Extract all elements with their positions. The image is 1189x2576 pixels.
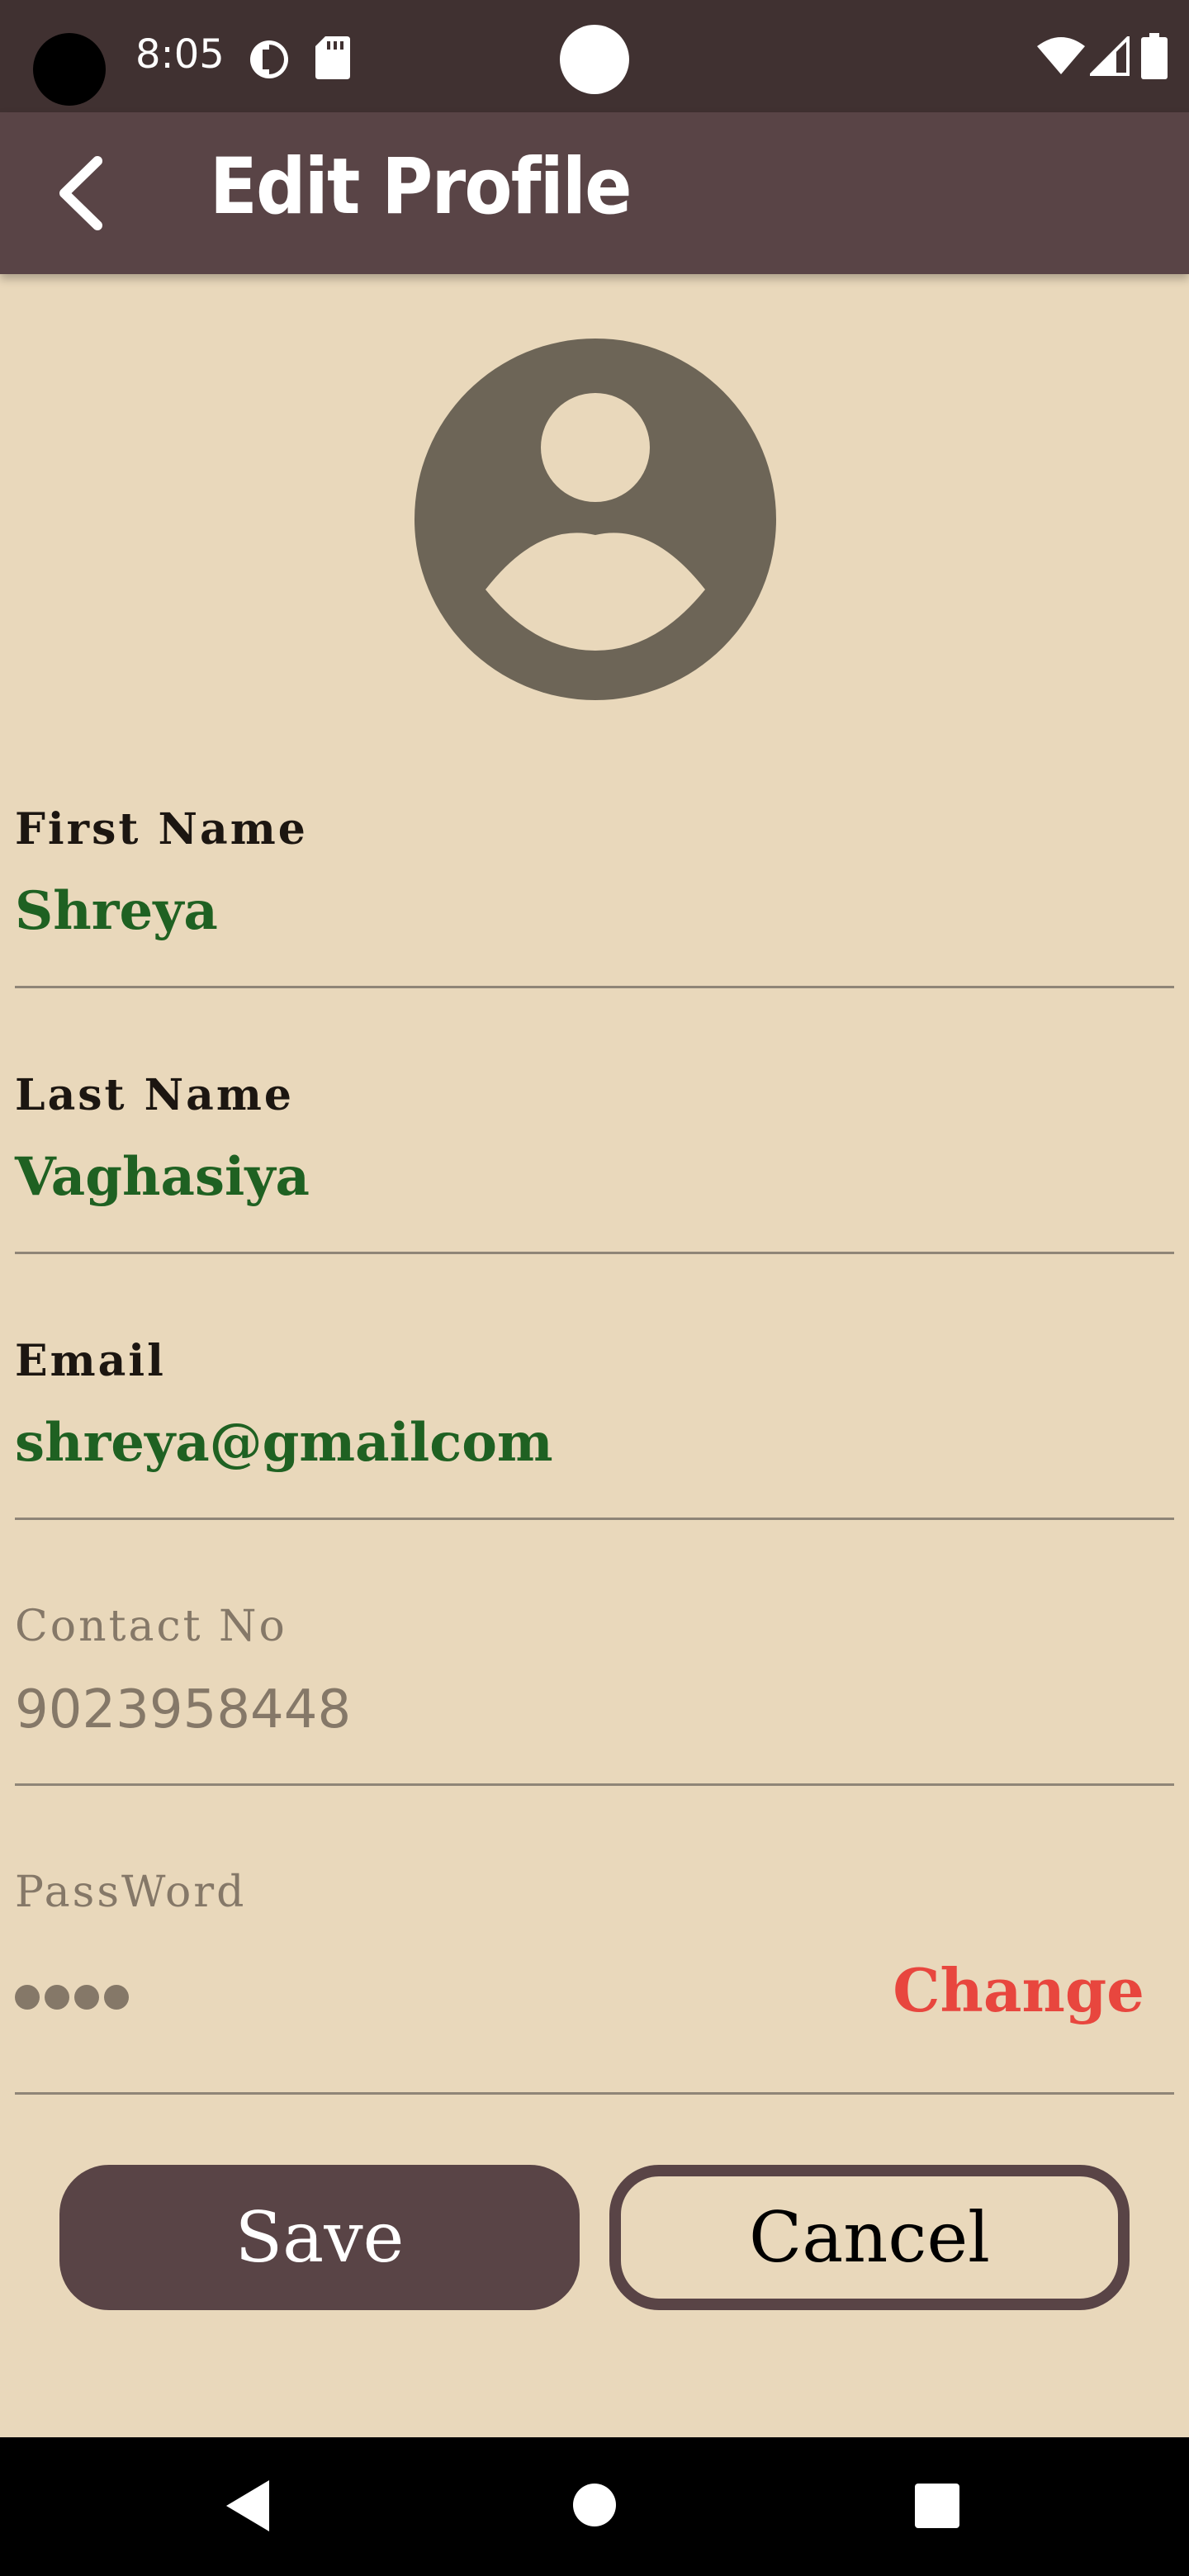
user-avatar-icon[interactable]: [414, 339, 776, 700]
wifi-icon: [1037, 37, 1085, 74]
change-password-link[interactable]: Change: [893, 1955, 1144, 2025]
password-masked-value: [15, 1985, 129, 2010]
back-arrow-icon: [59, 156, 102, 230]
password-label: PassWord: [15, 1868, 247, 1917]
nav-back-icon[interactable]: [223, 2477, 272, 2535]
contact-label: Contact No: [15, 1602, 287, 1651]
last-name-field[interactable]: Last Name Vaghasiya: [15, 1067, 1174, 1258]
contact-field: Contact No 9023958448: [15, 1598, 1174, 1790]
last-name-input[interactable]: Vaghasiya: [15, 1146, 310, 1208]
password-field: PassWord Change: [15, 1864, 1174, 2095]
first-name-input[interactable]: Shreya: [15, 880, 218, 942]
page-title: Edit Profile: [210, 142, 632, 232]
email-field[interactable]: Email shreya@gmailcom: [15, 1333, 1174, 1524]
field-underline: [15, 1252, 1174, 1254]
field-underline: [15, 986, 1174, 988]
battery-icon: [1141, 33, 1168, 79]
last-name-label: Last Name: [15, 1070, 294, 1120]
field-underline: [15, 1783, 1174, 1786]
status-indicator-dot: [560, 25, 629, 94]
email-label: Email: [15, 1336, 166, 1386]
cancel-button[interactable]: Cancel: [609, 2165, 1130, 2310]
field-underline: [15, 2092, 1174, 2095]
cellular-signal-icon: [1090, 36, 1130, 76]
data-saver-icon: [250, 40, 288, 78]
camera-cutout: [33, 33, 106, 106]
toolbar: Edit Profile: [0, 112, 1189, 274]
sd-card-icon: [315, 36, 350, 79]
status-time: 8:05: [135, 31, 225, 78]
system-nav-bar: [0, 2437, 1189, 2576]
status-bar: 8:05: [0, 0, 1189, 112]
first-name-label: First Name: [15, 804, 308, 855]
back-button[interactable]: [33, 145, 129, 241]
nav-recents-icon[interactable]: [915, 2484, 959, 2528]
email-input[interactable]: shreya@gmailcom: [15, 1412, 553, 1474]
field-underline: [15, 1518, 1174, 1520]
first-name-field[interactable]: First Name Shreya: [15, 801, 1174, 992]
contact-input: 9023958448: [15, 1679, 352, 1740]
nav-home-icon[interactable]: [573, 2484, 616, 2526]
save-button[interactable]: Save: [59, 2165, 580, 2310]
